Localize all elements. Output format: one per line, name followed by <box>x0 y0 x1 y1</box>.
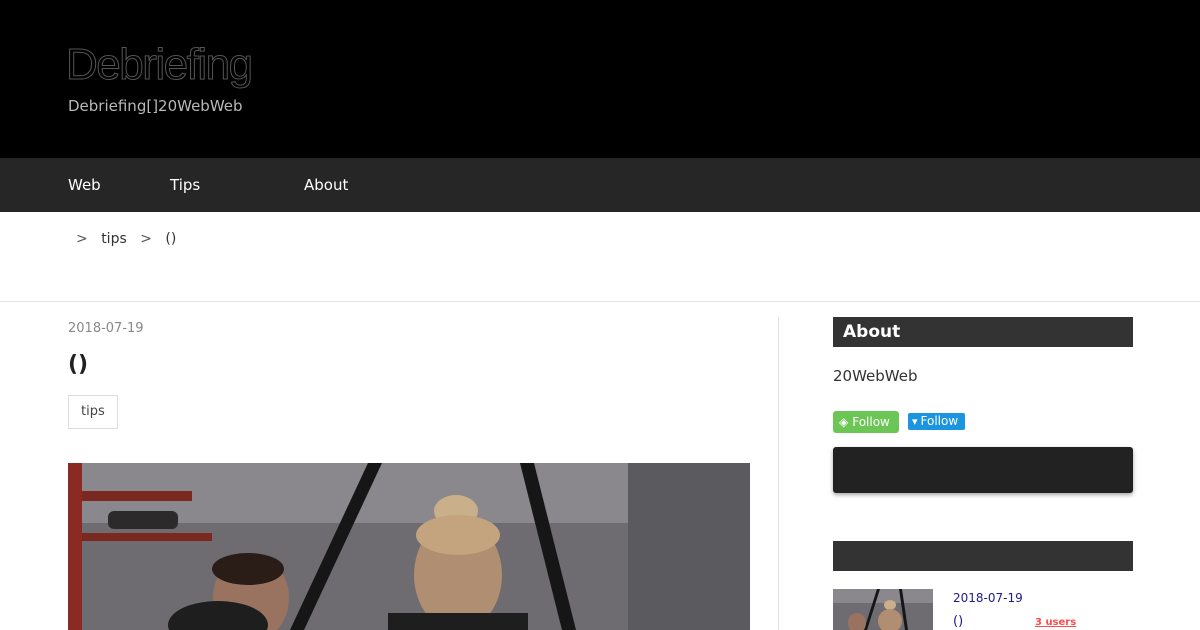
nav-item-about[interactable]: About <box>304 176 348 194</box>
entry-title[interactable]: () <box>68 352 88 377</box>
entry-hero-image <box>68 463 750 630</box>
search-widget[interactable] <box>833 447 1133 493</box>
twitter-bird-icon: ▾ <box>912 415 918 428</box>
breadcrumb-category-link[interactable]: tips <box>101 231 127 247</box>
breadcrumb: > tips > () <box>76 231 185 247</box>
hatena-bookmark-count[interactable]: 3 users <box>1035 617 1076 628</box>
twitter-follow-button[interactable]: ▾ Follow <box>908 413 965 430</box>
recent-entry-date[interactable]: 2018-07-19 <box>953 591 1023 605</box>
breadcrumb-separator: > <box>76 231 88 247</box>
about-text: 20WebWeb <box>833 367 918 385</box>
site-header: Debriefing Debriefing[]20WebWeb <box>0 0 1200 158</box>
header-divider <box>0 301 1200 302</box>
feedly-follow-label: Follow <box>852 415 890 429</box>
twitter-follow-label: Follow <box>920 414 959 428</box>
about-heading: About <box>833 317 1133 347</box>
site-description: Debriefing[]20WebWeb <box>68 97 243 115</box>
recent-entry-thumbnail[interactable] <box>833 589 933 630</box>
site-title[interactable]: Debriefing <box>66 40 254 90</box>
nav-item-tips[interactable]: Tips <box>170 176 200 194</box>
workout-thumbnail-icon <box>833 589 933 630</box>
breadcrumb-current: () <box>165 231 177 247</box>
workout-photo-icon <box>68 463 750 630</box>
feedly-icon: ◈ <box>839 415 849 429</box>
category-tag[interactable]: tips <box>68 395 118 429</box>
recent-entries-heading <box>833 541 1133 571</box>
nav-item-web[interactable]: Web <box>68 176 101 194</box>
entry-date[interactable]: 2018-07-19 <box>68 321 144 336</box>
breadcrumb-separator: > <box>140 231 152 247</box>
global-nav: Web Tips About <box>0 158 1200 212</box>
recent-entry-title[interactable]: () <box>953 614 963 629</box>
column-divider <box>778 317 779 630</box>
feedly-follow-button[interactable]: ◈ Follow <box>833 411 899 433</box>
